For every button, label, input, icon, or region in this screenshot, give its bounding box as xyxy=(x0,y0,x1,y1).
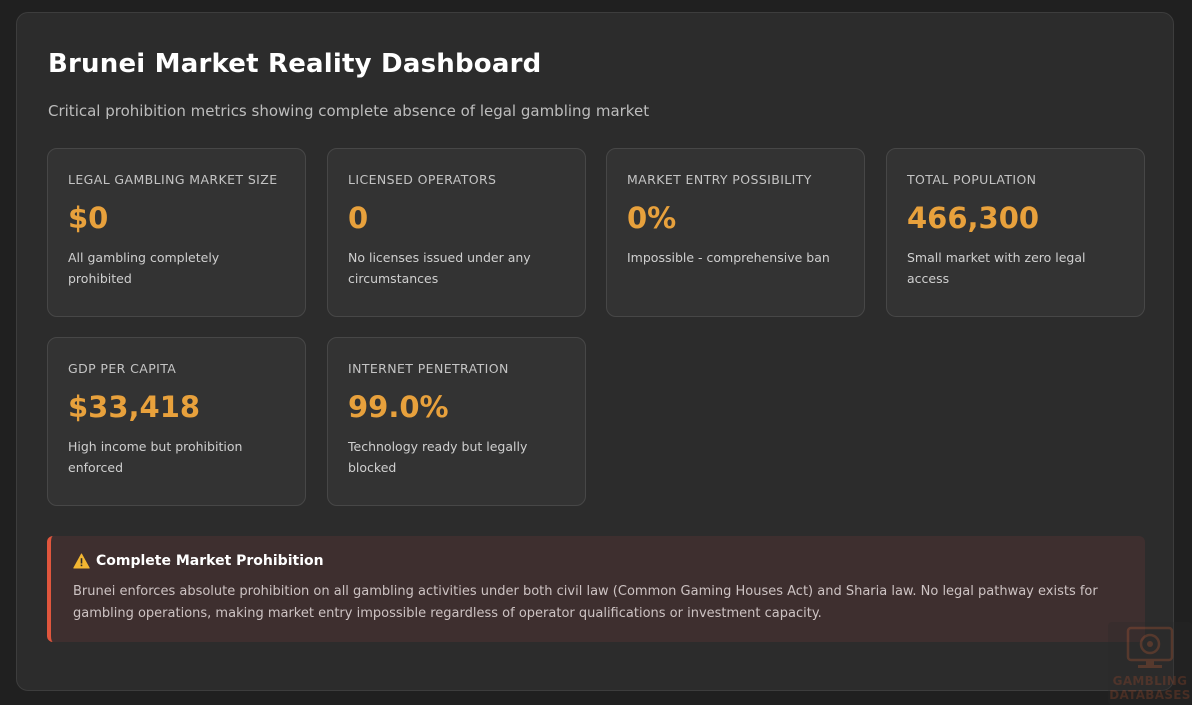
metric-description: Impossible - comprehensive ban xyxy=(627,250,830,265)
metric-label: TOTAL POPULATION xyxy=(907,172,1037,187)
metric-description: High income but prohibition enforced xyxy=(68,439,243,475)
watermark-logo: GAMBLING DATABASES xyxy=(1108,622,1192,705)
metric-card-market-size: LEGAL GAMBLING MARKET SIZE $0 All gambli… xyxy=(47,148,306,317)
metric-label: LICENSED OPERATORS xyxy=(348,172,497,187)
metric-label: MARKET ENTRY POSSIBILITY xyxy=(627,172,812,187)
metric-description: No licenses issued under any circumstanc… xyxy=(348,250,531,286)
watermark-text-line1: GAMBLING xyxy=(1112,674,1188,688)
roulette-monitor-icon xyxy=(1126,626,1174,668)
metric-label: LEGAL GAMBLING MARKET SIZE xyxy=(68,172,278,187)
watermark-text-line2: DATABASES xyxy=(1109,688,1191,702)
metric-description: Technology ready but legally blocked xyxy=(348,439,528,475)
dashboard-panel: Brunei Market Reality Dashboard Critical… xyxy=(16,12,1174,691)
alert-body: Brunei enforces absolute prohibition on … xyxy=(73,584,1098,621)
prohibition-alert: Complete Market Prohibition Brunei enfor… xyxy=(47,536,1145,642)
metric-card-gdp-per-capita: GDP PER CAPITA $33,418 High income but p… xyxy=(47,337,306,506)
metric-label: INTERNET PENETRATION xyxy=(348,361,509,376)
alert-title-row: Complete Market Prohibition xyxy=(73,553,1121,569)
metric-description: All gambling completely prohibited xyxy=(68,250,220,286)
metric-value: 99.0% xyxy=(348,390,449,424)
metric-card-total-population: TOTAL POPULATION 466,300 Small market wi… xyxy=(886,148,1145,317)
metric-value: 0% xyxy=(627,201,677,235)
metric-card-internet-penetration: INTERNET PENETRATION 99.0% Technology re… xyxy=(327,337,586,506)
metric-value: 0 xyxy=(348,201,369,235)
metric-value: 466,300 xyxy=(907,201,1040,235)
page-title: Brunei Market Reality Dashboard xyxy=(48,49,542,79)
metric-card-market-entry: MARKET ENTRY POSSIBILITY 0% Impossible -… xyxy=(606,148,865,317)
metric-value: $0 xyxy=(68,201,109,235)
metric-card-licensed-operators: LICENSED OPERATORS 0 No licenses issued … xyxy=(327,148,586,317)
metric-description: Small market with zero legal access xyxy=(907,250,1086,286)
metric-value: $33,418 xyxy=(68,390,201,424)
alert-title: Complete Market Prohibition xyxy=(96,553,324,569)
warning-icon xyxy=(73,553,90,569)
page-subtitle: Critical prohibition metrics showing com… xyxy=(48,102,650,120)
metric-label: GDP PER CAPITA xyxy=(68,361,177,376)
